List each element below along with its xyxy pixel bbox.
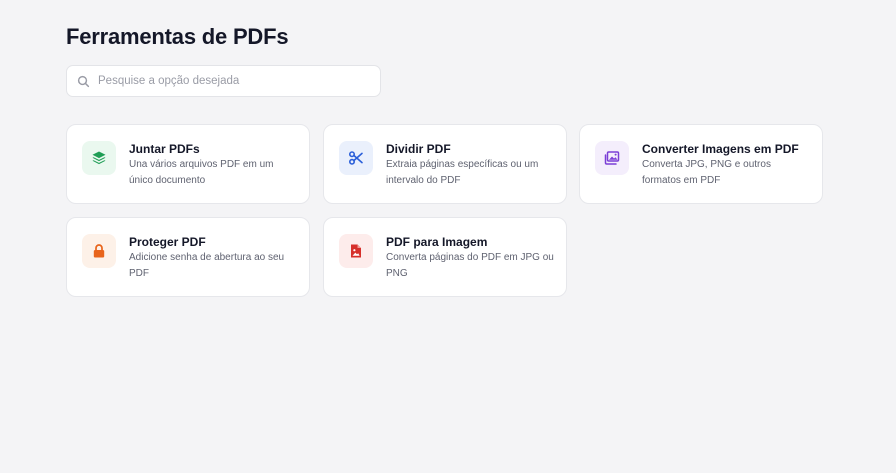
page-title: Ferramentas de PDFs	[66, 24, 289, 49]
search-input[interactable]	[98, 75, 368, 87]
tool-title: Juntar PDFs	[129, 142, 200, 156]
tool-card-proteger-pdf[interactable]: Proteger PDF Adicione senha de abertura …	[66, 217, 310, 297]
tool-card-converter-imagens[interactable]: Converter Imagens em PDF Converta JPG, P…	[579, 124, 823, 204]
tool-description: Converta JPG, PNG e outros formatos em P…	[642, 159, 771, 186]
tool-description: Una vários arquivos PDF em um único docu…	[129, 159, 274, 186]
tool-description: Extraia páginas específicas ou um interv…	[386, 159, 539, 186]
tool-description: Adicione senha de abertura ao seu PDF	[129, 252, 285, 279]
images-icon	[604, 151, 620, 165]
tool-title: Converter Imagens em PDF	[642, 142, 799, 156]
search-box[interactable]	[66, 65, 381, 97]
tool-icon-box	[82, 234, 116, 268]
search-icon	[77, 75, 90, 87]
tool-card-pdf-para-imagem[interactable]: PDF para Imagem Converta páginas do PDF …	[323, 217, 567, 297]
tool-card-dividir-pdf[interactable]: Dividir PDF Extraia páginas específicas …	[323, 124, 567, 204]
tool-description: Converta páginas do PDF em JPG ou PNG	[386, 252, 554, 279]
scissors-icon	[348, 151, 363, 165]
page: Ferramentas de PDFs Juntar PDFs Una vári…	[0, 0, 896, 473]
tool-icon-box	[339, 234, 373, 268]
tool-title: PDF para Imagem	[386, 235, 488, 249]
tool-card-juntar-pdfs[interactable]: Juntar PDFs Una vários arquivos PDF em u…	[66, 124, 310, 204]
layers-icon	[92, 151, 106, 165]
tool-icon-box	[82, 141, 116, 175]
file-image-icon	[351, 244, 361, 258]
tool-title: Dividir PDF	[386, 142, 451, 156]
tool-title: Proteger PDF	[129, 235, 206, 249]
lock-icon	[93, 244, 105, 258]
tool-icon-box	[595, 141, 629, 175]
tool-icon-box	[339, 141, 373, 175]
